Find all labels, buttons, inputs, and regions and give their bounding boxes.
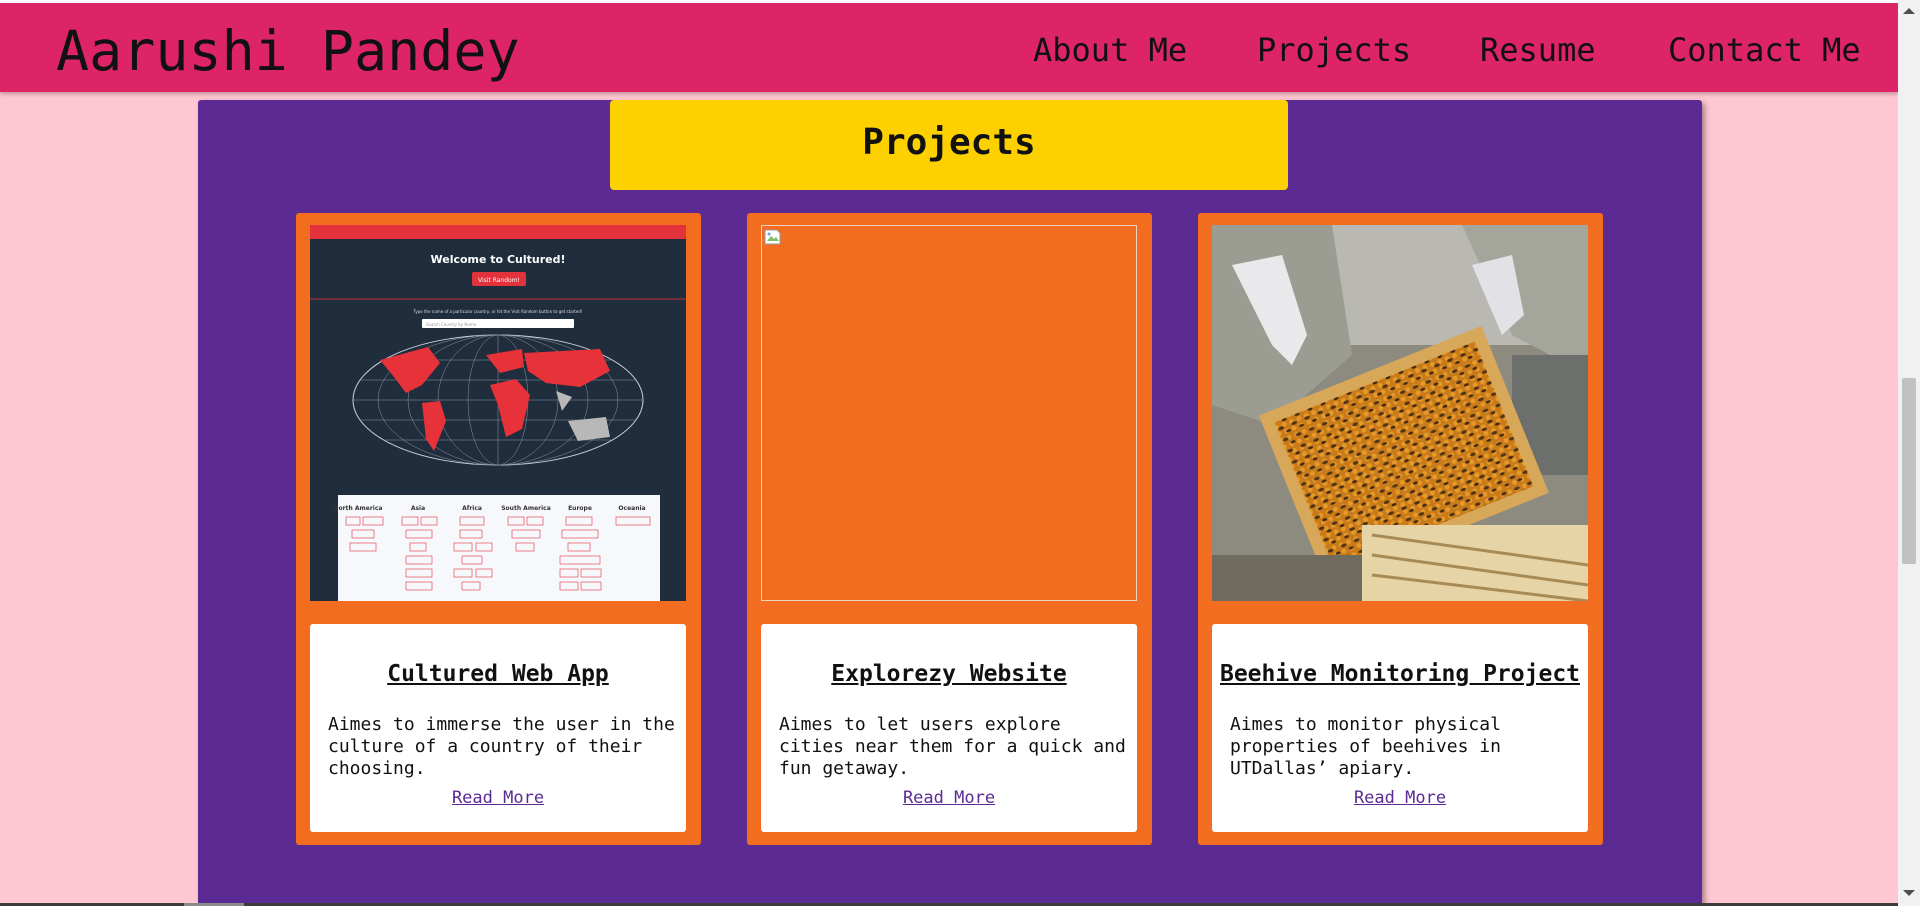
nav-link-resume[interactable]: Resume: [1480, 31, 1596, 69]
section-banner: Projects: [610, 100, 1288, 190]
svg-text:South America: South America: [501, 505, 551, 512]
screenshot-search: Search Country by Name: [426, 322, 477, 327]
scrollbar-thumb[interactable]: [1902, 378, 1916, 564]
svg-text:North America: North America: [334, 505, 383, 512]
project-info: Cultured Web App Aimes to immerse the us…: [310, 624, 686, 832]
svg-text:Africa: Africa: [462, 505, 482, 512]
project-thumbnail[interactable]: [761, 225, 1137, 601]
navbar: Aarushi Pandey About Me Projects Resume …: [0, 3, 1898, 92]
project-thumbnail[interactable]: Welcome to Cultured! Visit Random! Type …: [310, 225, 686, 601]
scroll-down-arrow-icon[interactable]: [1903, 890, 1915, 896]
section-title: Projects: [862, 122, 1036, 163]
project-title[interactable]: Cultured Web App: [310, 661, 686, 687]
project-title[interactable]: Explorezy Website: [761, 661, 1137, 687]
project-title[interactable]: Beehive Monitoring Project: [1212, 661, 1588, 687]
svg-text:Oceania: Oceania: [618, 505, 645, 512]
site-title[interactable]: Aarushi Pandey: [56, 19, 520, 83]
nav-link-projects[interactable]: Projects: [1257, 31, 1411, 69]
project-info: Beehive Monitoring Project Aimes to moni…: [1212, 624, 1588, 832]
project-info: Explorezy Website Aimes to let users exp…: [761, 624, 1137, 832]
svg-text:Europe: Europe: [568, 505, 592, 512]
read-more-link[interactable]: Read More: [1212, 788, 1588, 808]
vertical-scrollbar[interactable]: [1898, 0, 1920, 906]
screenshot-prompt: Type the name of a particular country, o…: [413, 309, 583, 314]
screenshot-button: Visit Random!: [478, 277, 520, 284]
screenshot-heading: Welcome to Cultured!: [431, 253, 566, 266]
project-description: Aimes to let users explore cities near t…: [779, 714, 1126, 779]
broken-image-icon: [764, 229, 781, 245]
read-more-link[interactable]: Read More: [761, 788, 1137, 808]
nav-link-about-me[interactable]: About Me: [1033, 31, 1187, 69]
project-card-beehive: Beehive Monitoring Project Aimes to moni…: [1198, 213, 1603, 845]
svg-text:Asia: Asia: [411, 505, 425, 512]
cultured-app-screenshot: Welcome to Cultured! Visit Random! Type …: [310, 225, 686, 601]
project-card-cultured: Welcome to Cultured! Visit Random! Type …: [296, 213, 701, 845]
project-card-explorezy: Explorezy Website Aimes to let users exp…: [747, 213, 1152, 845]
scroll-up-arrow-icon[interactable]: [1903, 8, 1915, 14]
project-description: Aimes to monitor physical properties of …: [1230, 714, 1501, 779]
read-more-link[interactable]: Read More: [310, 788, 686, 808]
project-description: Aimes to immerse the user in the culture…: [328, 714, 675, 779]
project-thumbnail[interactable]: [1212, 225, 1588, 601]
nav-link-contact-me[interactable]: Contact Me: [1668, 31, 1861, 69]
beehive-photo: [1212, 225, 1588, 601]
